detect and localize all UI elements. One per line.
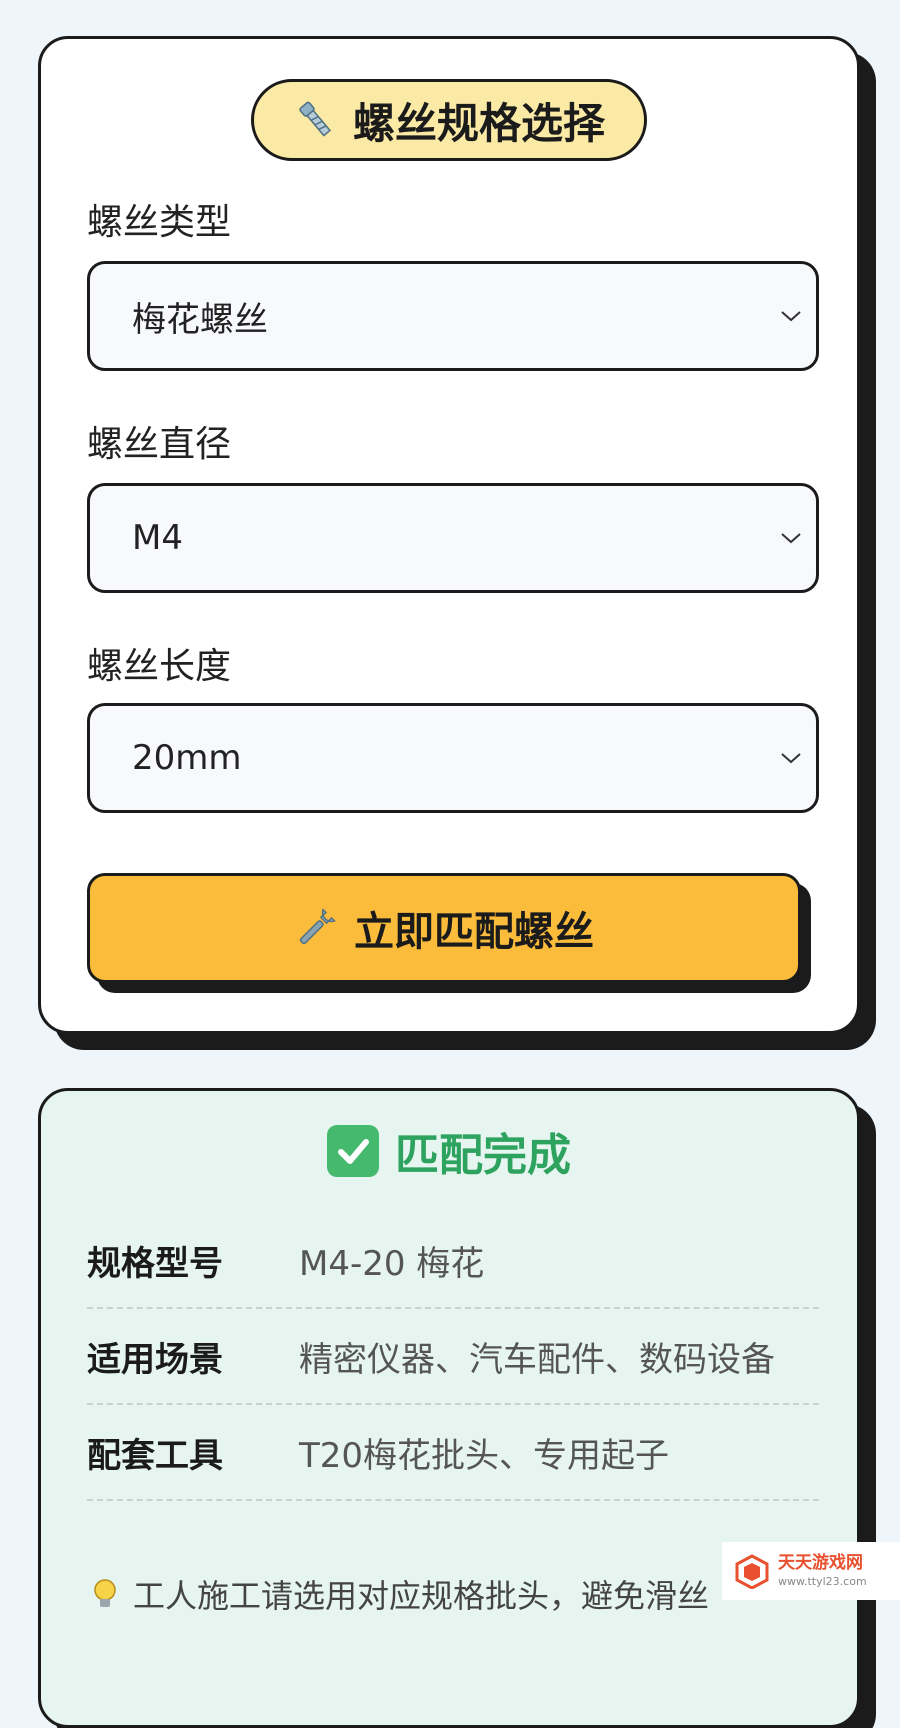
screw-diameter-value: M4 [132, 518, 183, 558]
screw-type-value: 梅花螺丝 [132, 299, 268, 340]
result-row-key: 规格型号 [87, 1243, 223, 1284]
check-icon [327, 1125, 379, 1177]
match-screw-button[interactable]: 立即匹配螺丝 [87, 873, 801, 983]
spec-card-title-text: 螺丝规格选择 [352, 98, 605, 148]
spec-card-title: 螺丝规格选择 [251, 79, 647, 161]
bulb-icon [94, 1579, 116, 1607]
spec-selection-card: 螺丝规格选择 螺丝类型 梅花螺丝 螺丝直径 M4 螺丝长度 20mm 立即匹配螺… [38, 36, 860, 1034]
result-row-key: 适用场景 [87, 1339, 223, 1380]
result-row-spec-model: 规格型号 M4-20 梅花 [87, 1213, 819, 1309]
wrench-icon [299, 908, 336, 945]
screw-diameter-select[interactable]: M4 [87, 483, 819, 593]
match-screw-button-label: 立即匹配螺丝 [354, 909, 594, 955]
screw-length-label: 螺丝长度 [87, 646, 232, 687]
watermark-name: 天天游戏网 [778, 1553, 863, 1573]
chevron-down-icon [781, 533, 801, 544]
result-row-scenarios: 适用场景 精密仪器、汽车配件、数码设备 [87, 1309, 819, 1405]
result-title: 匹配完成 [41, 1121, 857, 1181]
tip-text-content: 工人施工请选用对应规格批头，避免滑丝 [133, 1577, 710, 1615]
bolt-icon [299, 101, 332, 137]
screw-type-select[interactable]: 梅花螺丝 [87, 261, 819, 371]
match-result-card: 匹配完成 规格型号 M4-20 梅花 适用场景 精密仪器、汽车配件、数码设备 配… [38, 1088, 860, 1728]
chevron-down-icon [781, 311, 801, 322]
screw-type-label: 螺丝类型 [87, 202, 232, 243]
result-row-value: 精密仪器、汽车配件、数码设备 [299, 1339, 775, 1380]
result-row-value: T20梅花批头、专用起子 [299, 1435, 670, 1476]
result-title-text: 匹配完成 [395, 1130, 571, 1181]
watermark-logo-icon [735, 1554, 769, 1589]
result-row-tools: 配套工具 T20梅花批头、专用起子 [87, 1405, 819, 1501]
watermark-url: www.ttyl23.com [778, 1575, 867, 1588]
screw-length-value: 20mm [132, 738, 242, 778]
chevron-down-icon [781, 753, 801, 764]
site-watermark: 天天游戏网 www.ttyl23.com [722, 1542, 900, 1600]
screw-length-select[interactable]: 20mm [87, 703, 819, 813]
result-row-key: 配套工具 [87, 1435, 223, 1476]
screw-diameter-label: 螺丝直径 [87, 424, 232, 465]
result-row-value: M4-20 梅花 [299, 1243, 485, 1284]
